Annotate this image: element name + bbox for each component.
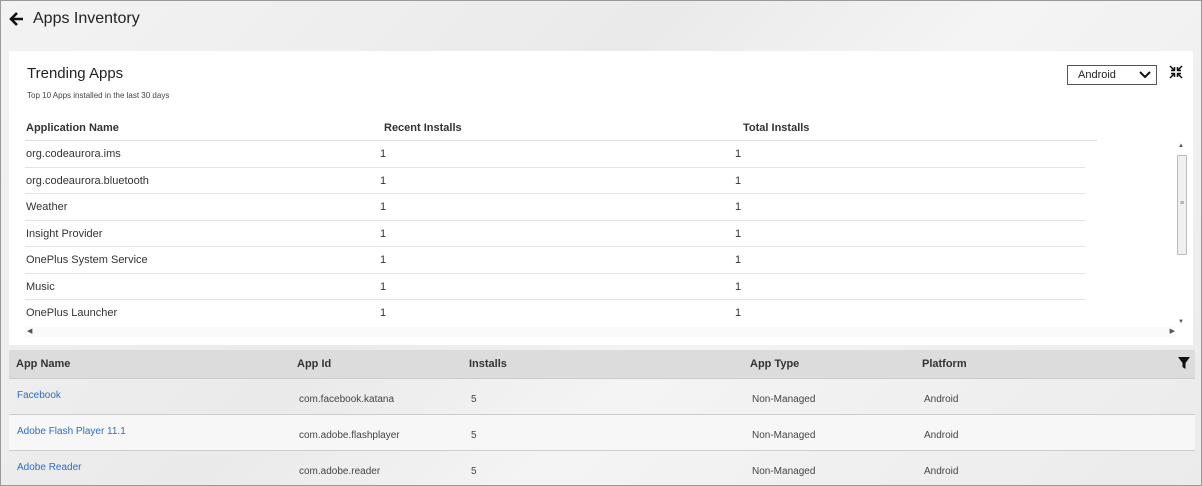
horizontal-scrollbar[interactable]: ◀ ▶ [25,327,1175,337]
app-name-link[interactable]: Adobe Reader [17,462,82,473]
app-name-cell: Insight Provider [26,227,103,240]
total-installs-cell: 1 [735,201,742,213]
table-row: org.codeaurora.bluetooth 1 1 [25,168,1085,194]
table-row: Music 1 1 [25,274,1085,300]
app-id-cell: com.adobe.reader [299,466,381,477]
app-name-link[interactable]: Facebook [17,390,61,401]
funnel-icon[interactable] [1178,357,1190,370]
platform-cell: Android [924,394,959,405]
top-bar: Apps Inventory [1,1,1201,51]
recent-installs-cell: 1 [380,307,387,319]
scroll-right-icon[interactable]: ▶ [1170,327,1175,335]
trending-apps-panel: Trending Apps Top 10 Apps installed in t… [9,51,1193,345]
trending-table-header: Application Name Recent Installs Total I… [25,115,1097,141]
back-arrow-icon[interactable] [9,10,25,28]
platform-cell: Android [924,430,959,441]
table-row: OnePlus System Service 1 1 [25,247,1085,274]
table-row: OnePlus Launcher 1 1 [25,300,1085,325]
platform-select-value: Android [1078,69,1116,81]
recent-installs-cell: 1 [380,174,387,187]
total-installs-cell: 1 [735,280,742,293]
table-row: Adobe Reader com.adobe.reader 5 Non-Mana… [9,450,1195,485]
app-name-cell: org.codeaurora.ims [26,148,121,160]
apps-inventory-window: Apps Inventory Trending Apps Top 10 Apps… [0,0,1202,486]
app-name-link[interactable]: Adobe Flash Player 11.1 [17,426,126,437]
app-name-cell: Music [26,280,55,293]
col-app-type[interactable]: App Type [750,350,799,378]
total-installs-cell: 1 [735,254,742,266]
installs-cell: 5 [471,394,477,405]
app-name-cell: OnePlus System Service [26,254,148,266]
table-row: Insight Provider 1 1 [25,221,1085,247]
recent-installs-cell: 1 [380,148,387,160]
col-app-id[interactable]: App Id [297,350,331,378]
col-app-name[interactable]: App Name [16,350,70,378]
grip-icon: ≡ [1180,200,1185,207]
recent-installs-cell: 1 [380,227,387,240]
apps-table-header: App Name App Id Installs App Type Platfo… [9,350,1195,378]
trending-subtitle: Top 10 Apps installed in the last 30 day… [27,91,170,100]
platform-cell: Android [924,466,959,477]
recent-installs-cell: 1 [380,254,387,266]
table-row: Adobe Flash Player 11.1 com.adobe.flashp… [9,414,1195,450]
app-name-cell: Weather [26,201,68,213]
app-id-cell: com.facebook.katana [299,394,395,405]
total-installs-cell: 1 [735,307,742,319]
col-total-installs[interactable]: Total Installs [743,115,809,141]
installs-cell: 5 [471,466,477,477]
app-name-cell: org.codeaurora.bluetooth [26,174,149,187]
total-installs-cell: 1 [735,148,742,160]
vertical-scrollbar[interactable]: ▲ ≡ ▼ [1175,141,1187,325]
col-platform[interactable]: Platform [922,350,967,378]
platform-select[interactable]: Android [1067,65,1157,85]
scroll-left-icon[interactable]: ◀ [27,327,32,335]
app-type-cell: Non-Managed [752,430,816,441]
table-row: Weather 1 1 [25,194,1085,221]
app-id-cell: com.adobe.flashplayer [299,430,400,441]
scroll-up-icon[interactable]: ▲ [1178,143,1184,149]
app-type-cell: Non-Managed [752,394,816,405]
trending-table-body: org.codeaurora.ims 1 1 org.codeaurora.bl… [25,141,1085,325]
app-type-cell: Non-Managed [752,466,816,477]
collapse-arrows-icon[interactable] [1169,65,1183,79]
table-row: Facebook com.facebook.katana 5 Non-Manag… [9,378,1195,414]
chevron-down-icon [1139,71,1151,79]
page-title: Apps Inventory [33,10,140,27]
table-row: org.codeaurora.ims 1 1 [25,141,1085,168]
recent-installs-cell: 1 [380,280,387,293]
col-application-name[interactable]: Application Name [26,115,119,141]
app-name-cell: OnePlus Launcher [26,307,118,319]
scrollbar-thumb[interactable]: ≡ [1177,155,1187,255]
col-installs[interactable]: Installs [469,350,507,378]
scroll-down-icon[interactable]: ▼ [1178,319,1184,325]
col-recent-installs[interactable]: Recent Installs [384,115,462,141]
installs-cell: 5 [471,430,477,441]
total-installs-cell: 1 [735,227,742,240]
recent-installs-cell: 1 [380,201,387,213]
trending-title: Trending Apps [27,65,124,82]
total-installs-cell: 1 [735,174,742,187]
